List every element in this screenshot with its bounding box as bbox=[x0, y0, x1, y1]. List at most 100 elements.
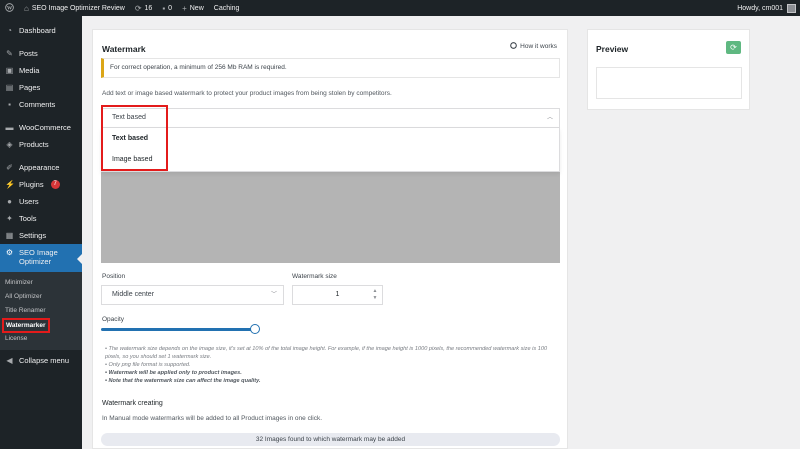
seo-submenu: Minimizer All Optimizer Title Renamer Wa… bbox=[0, 272, 82, 350]
sidebar-item-woocommerce[interactable]: ▬ WooCommerce bbox=[0, 119, 82, 136]
watermarker-highlight: Watermarker bbox=[2, 318, 50, 333]
howdy-text: Howdy, cm001 bbox=[737, 4, 783, 12]
wp-logo-menu[interactable]: W bbox=[0, 0, 19, 16]
watermark-type-value: Text based bbox=[112, 114, 146, 121]
comment-icon: ▪ bbox=[162, 3, 166, 13]
size-stepper[interactable]: ▲ ▼ bbox=[371, 288, 379, 302]
note-item: Watermark will be applied only to produc… bbox=[105, 369, 560, 377]
products-icon: ◈ bbox=[6, 140, 13, 149]
opacity-slider-track[interactable] bbox=[101, 328, 255, 331]
sidebar-item-label: Dashboard bbox=[19, 26, 56, 35]
watermark-preview-area bbox=[101, 172, 560, 263]
stepper-up-icon[interactable]: ▲ bbox=[371, 288, 379, 295]
sidebar-item-label: Plugins bbox=[19, 180, 44, 189]
updates-link[interactable]: ⟳ 16 bbox=[130, 0, 158, 16]
sidebar-item-comments[interactable]: ▪ Comments bbox=[0, 96, 82, 113]
refresh-preview-button[interactable]: ⟳ bbox=[726, 41, 741, 54]
comments-count: 0 bbox=[168, 4, 173, 12]
watermark-description: Add text or image based watermark to pro… bbox=[102, 90, 392, 97]
wrench-icon: ✦ bbox=[6, 214, 13, 223]
collapse-icon: ◀ bbox=[6, 356, 13, 365]
preview-box bbox=[596, 67, 742, 99]
site-name-link[interactable]: ⌂ SEO Image Optimizer Review bbox=[19, 0, 130, 16]
admin-bar: W ⌂ SEO Image Optimizer Review ⟳ 16 ▪ 0 … bbox=[0, 0, 800, 16]
stepper-down-icon[interactable]: ▼ bbox=[371, 295, 379, 302]
position-select[interactable]: Middle center ﹀ bbox=[101, 285, 284, 305]
pin-icon: ✎ bbox=[6, 49, 13, 58]
sidebar-item-dashboard[interactable]: ◔ Dashboard bbox=[0, 22, 82, 39]
images-found-bar: 32 Images found to which watermark may b… bbox=[101, 433, 560, 446]
dashboard-icon: ◔ bbox=[7, 26, 12, 35]
sidebar-item-label: Products bbox=[19, 140, 49, 149]
submenu-all-optimizer[interactable]: All Optimizer bbox=[0, 290, 82, 304]
opacity-label: Opacity bbox=[102, 316, 125, 323]
seo-label-line1: SEO Image bbox=[19, 248, 58, 257]
sidebar-item-users[interactable]: ● Users bbox=[0, 193, 82, 210]
sidebar-item-label: Comments bbox=[19, 100, 56, 109]
comments-link[interactable]: ▪ 0 bbox=[157, 0, 177, 16]
brush-icon: ✐ bbox=[6, 163, 13, 172]
sidebar-item-pages[interactable]: ▤ Pages bbox=[0, 79, 82, 96]
sidebar-item-label: Users bbox=[19, 197, 39, 206]
note-item: The watermark size depends on the image … bbox=[105, 345, 560, 361]
preview-card: Preview ⟳ bbox=[587, 29, 750, 110]
info-icon bbox=[510, 42, 517, 51]
avatar bbox=[787, 3, 796, 13]
sidebar-item-media[interactable]: ▣ Media bbox=[0, 62, 82, 79]
how-it-works-link[interactable]: How it works bbox=[510, 42, 557, 51]
note-item: Note that the watermark size can affect … bbox=[105, 377, 560, 385]
collapse-label: Collapse menu bbox=[19, 356, 70, 365]
plus-icon: + bbox=[182, 3, 187, 13]
new-label: New bbox=[189, 4, 204, 12]
page-icon: ▤ bbox=[5, 83, 14, 92]
refresh-icon: ⟳ bbox=[730, 43, 737, 52]
caching-label: Caching bbox=[213, 4, 240, 12]
sidebar-item-label: Pages bbox=[19, 83, 41, 92]
plugins-update-badge: 7 bbox=[50, 180, 60, 189]
sidebar-item-label: Posts bbox=[19, 49, 38, 58]
sidebar-item-plugins[interactable]: ⚡ Plugins 7 bbox=[0, 176, 82, 193]
watermark-type-select[interactable]: Text based ︿ bbox=[101, 108, 560, 128]
home-icon: ⌂ bbox=[24, 3, 29, 13]
position-label: Position bbox=[102, 273, 126, 280]
ram-notice: For correct operation, a minimum of 256 … bbox=[101, 58, 560, 78]
svg-text:W: W bbox=[7, 5, 13, 11]
sidebar-item-settings[interactable]: ▦ Settings bbox=[0, 227, 82, 244]
note-item: Only png file format is supported. bbox=[105, 361, 560, 369]
sidebar-item-posts[interactable]: ✎ Posts bbox=[0, 45, 82, 62]
new-content-link[interactable]: + New bbox=[177, 0, 209, 16]
card-title: Watermark bbox=[102, 44, 146, 54]
sidebar-item-products[interactable]: ◈ Products bbox=[0, 136, 82, 153]
submenu-license[interactable]: License bbox=[0, 332, 82, 346]
watermark-size-input[interactable]: 1 ▲ ▼ bbox=[292, 285, 383, 305]
my-account[interactable]: Howdy, cm001 bbox=[737, 3, 800, 13]
submenu-minimizer[interactable]: Minimizer bbox=[0, 276, 82, 290]
sidebar-item-appearance[interactable]: ✐ Appearance bbox=[0, 159, 82, 176]
option-text-based[interactable]: Text based bbox=[102, 128, 559, 149]
admin-sidebar: ◔ Dashboard ✎ Posts ▣ Media ▤ Pages ▪ Co… bbox=[0, 16, 82, 449]
chevron-up-icon: ︿ bbox=[546, 115, 553, 121]
site-name: SEO Image Optimizer Review bbox=[31, 4, 125, 12]
sidebar-item-seo-image-optimizer[interactable]: ⚙ SEO Image Optimizer bbox=[0, 244, 82, 272]
plug-icon: ⚡ bbox=[5, 180, 15, 189]
sidebar-item-label: SEO Image Optimizer bbox=[19, 248, 58, 266]
caching-link[interactable]: Caching bbox=[209, 0, 245, 16]
opacity-slider-thumb[interactable] bbox=[250, 324, 260, 334]
gear-icon: ⚙ bbox=[5, 248, 14, 257]
sidebar-item-tools[interactable]: ✦ Tools bbox=[0, 210, 82, 227]
wordpress-icon: W bbox=[5, 2, 14, 14]
submenu-watermarker[interactable]: Watermarker bbox=[0, 318, 82, 333]
option-image-based[interactable]: Image based bbox=[102, 149, 559, 170]
sidebar-item-label: WooCommerce bbox=[19, 123, 71, 132]
updates-count: 16 bbox=[144, 4, 153, 12]
watermark-creating-description: In Manual mode watermarks will be added … bbox=[102, 415, 323, 422]
media-icon: ▣ bbox=[5, 66, 14, 75]
updates-icon: ⟳ bbox=[134, 3, 142, 13]
settings-icon: ▦ bbox=[5, 231, 14, 240]
woocommerce-icon: ▬ bbox=[5, 123, 14, 132]
seo-label-line2: Optimizer bbox=[19, 257, 52, 266]
submenu-title-renamer[interactable]: Title Renamer bbox=[0, 304, 82, 318]
sidebar-item-label: Tools bbox=[19, 214, 37, 223]
watermark-notes: The watermark size depends on the image … bbox=[105, 345, 560, 385]
collapse-menu-button[interactable]: ◀ Collapse menu bbox=[0, 352, 82, 369]
